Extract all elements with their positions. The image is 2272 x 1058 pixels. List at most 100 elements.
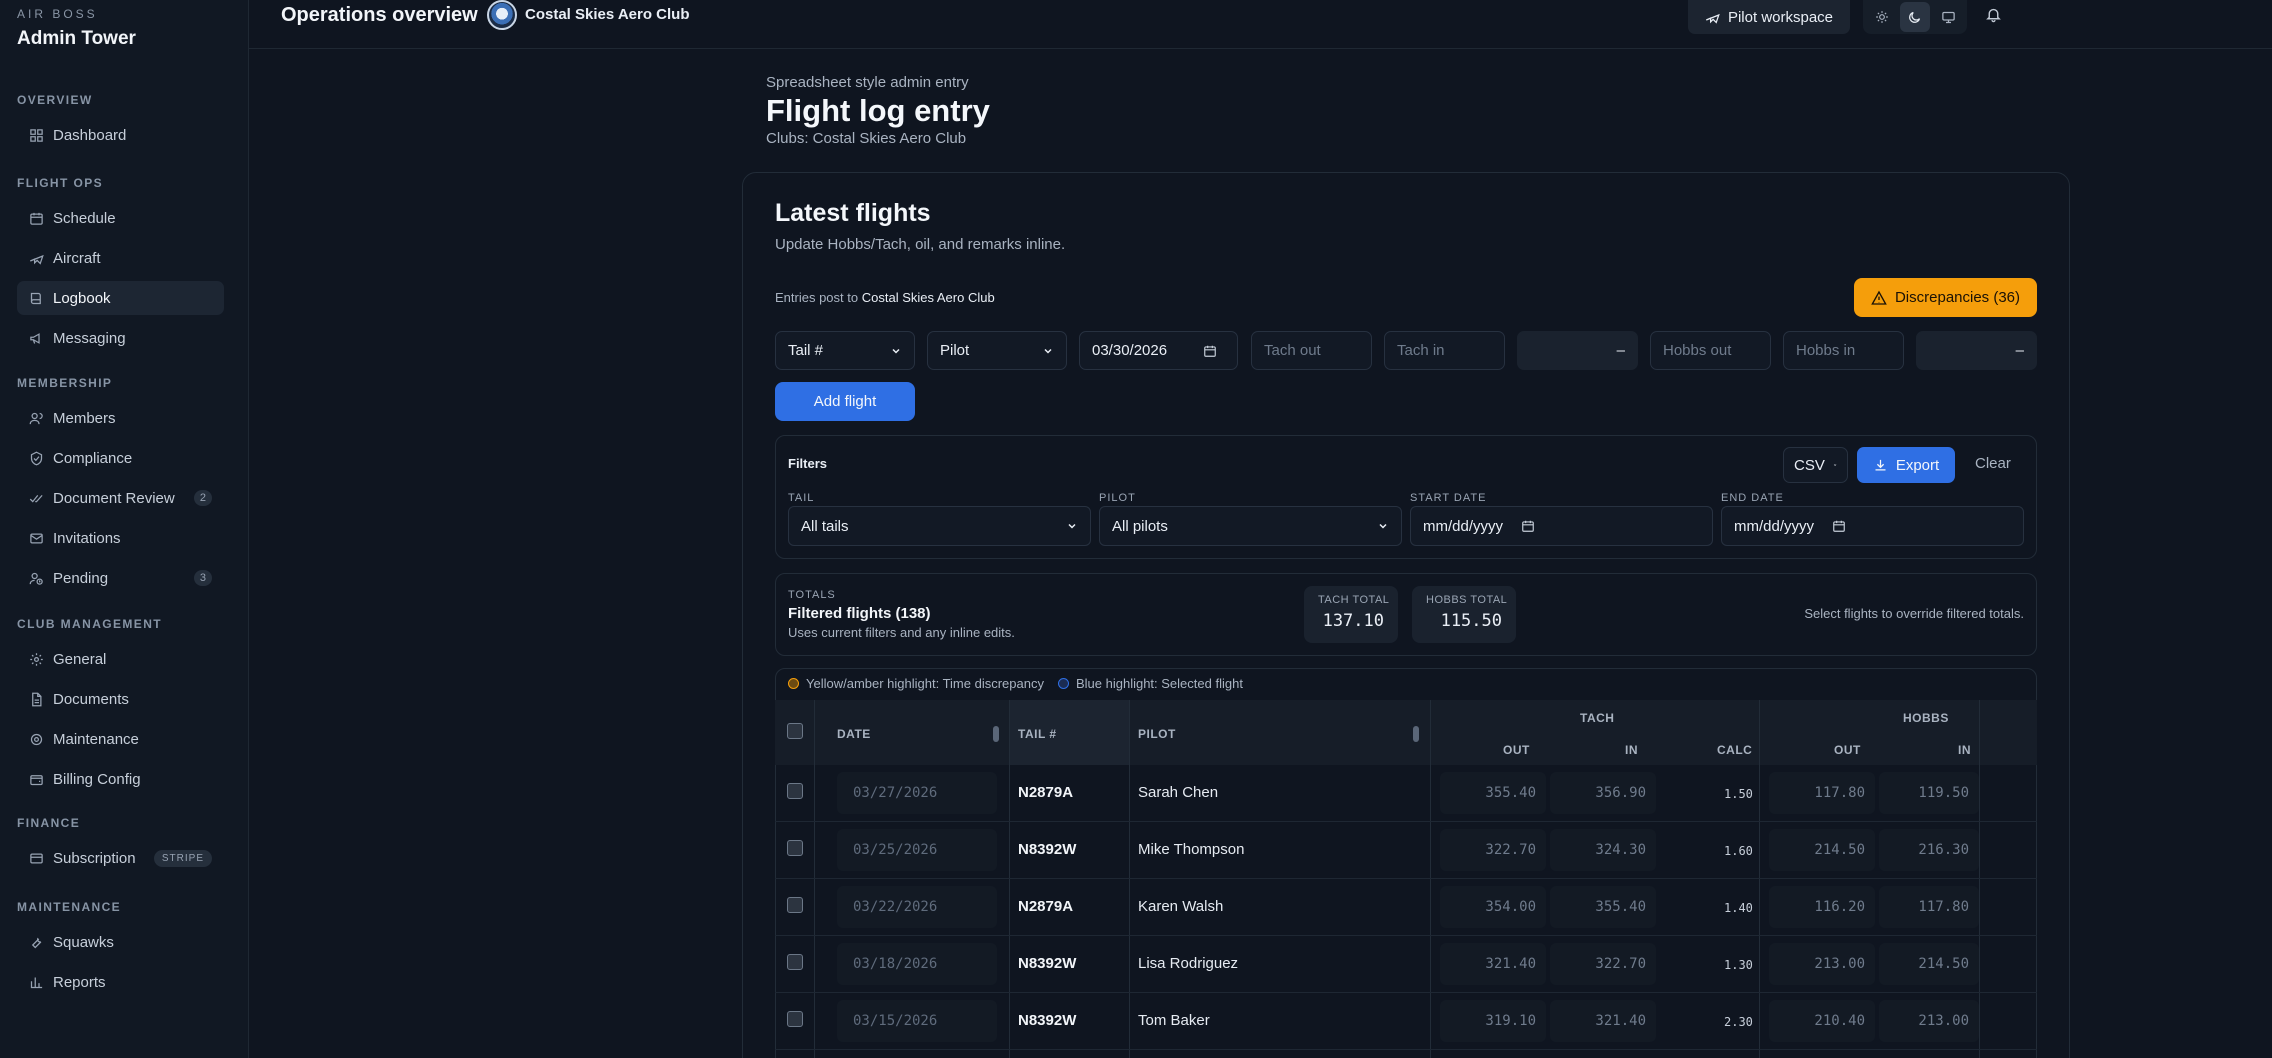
- export-format-select[interactable]: CSV: [1783, 447, 1848, 483]
- tach-total-stat: TACH TOTAL 137.10: [1304, 586, 1398, 643]
- sidebar-item-schedule[interactable]: Schedule: [17, 201, 224, 235]
- tail-filter-label: TAIL: [788, 492, 815, 504]
- club-logo: [487, 0, 517, 30]
- row-checkbox[interactable]: [787, 897, 803, 913]
- discrepancies-button[interactable]: Discrepancies (36): [1854, 278, 2037, 317]
- sidebar-item-messaging[interactable]: Messaging: [17, 321, 224, 355]
- sidebar-item-maintenance[interactable]: Maintenance: [17, 722, 224, 756]
- hobbs-out-input[interactable]: Hobbs out: [1650, 331, 1771, 370]
- pilot-workspace-button[interactable]: Pilot workspace: [1688, 0, 1850, 34]
- tach-out-cell[interactable]: 322.70: [1440, 829, 1546, 871]
- sidebar-item-members[interactable]: Members: [17, 401, 224, 435]
- hobbs-out-cell[interactable]: 116.20: [1769, 886, 1875, 928]
- row-checkbox[interactable]: [787, 954, 803, 970]
- tail-select[interactable]: Tail #: [775, 331, 915, 370]
- totals-title: Filtered flights (138): [788, 605, 931, 622]
- hobbs-in-input[interactable]: Hobbs in: [1783, 331, 1904, 370]
- pilot-select[interactable]: Pilot: [927, 331, 1067, 370]
- sidebar-item-document-review[interactable]: Document Review 2: [17, 481, 224, 515]
- hobbs-out-header: OUT: [1834, 743, 1861, 757]
- tail-header[interactable]: TAIL #: [1018, 727, 1057, 741]
- date-cell[interactable]: 03/25/2026: [837, 829, 997, 871]
- sidebar-item-billing-config[interactable]: Billing Config: [17, 762, 224, 796]
- dark-theme-button[interactable]: [1900, 2, 1930, 32]
- start-date-label: START DATE: [1410, 492, 1487, 504]
- tach-in-cell[interactable]: 356.90: [1550, 772, 1656, 814]
- sidebar-item-dashboard[interactable]: Dashboard: [17, 118, 224, 152]
- row-checkbox[interactable]: [787, 783, 803, 799]
- tach-in-input[interactable]: Tach in: [1384, 331, 1505, 370]
- pilot-cell: Sarah Chen: [1138, 784, 1219, 801]
- start-date-input[interactable]: mm/dd/yyyy: [1410, 506, 1713, 546]
- date-cell[interactable]: 03/18/2026: [837, 943, 997, 985]
- sidebar-item-subscription[interactable]: Subscription STRIPE: [17, 841, 224, 875]
- select-all-checkbox[interactable]: [787, 723, 803, 739]
- light-theme-button[interactable]: [1867, 2, 1896, 32]
- tach-out-cell[interactable]: 354.00: [1440, 886, 1546, 928]
- users-icon: [29, 412, 43, 424]
- sidebar-item-invitations[interactable]: Invitations: [17, 521, 224, 555]
- date-input[interactable]: 03/30/2026: [1079, 331, 1238, 370]
- card-icon: [30, 853, 43, 863]
- hobbs-out-cell[interactable]: 117.80: [1769, 772, 1875, 814]
- hobbs-out-cell[interactable]: 214.50: [1769, 829, 1875, 871]
- export-format-value: CSV: [1794, 456, 1825, 474]
- sidebar-item-documents[interactable]: Documents: [17, 682, 224, 716]
- club-name[interactable]: Costal Skies Aero Club: [525, 6, 690, 23]
- hobbs-out-cell[interactable]: 213.00: [1769, 943, 1875, 985]
- pilot-filter-select[interactable]: All pilots: [1099, 506, 1402, 546]
- tail-cell: N2879A: [1018, 784, 1074, 801]
- shield-check-icon: [30, 451, 43, 465]
- tach-out-input[interactable]: Tach out: [1251, 331, 1372, 370]
- hobbs-in-cell[interactable]: 216.30: [1879, 829, 1979, 871]
- date-column-resizer[interactable]: [993, 726, 999, 742]
- notifications-button[interactable]: [1985, 6, 2002, 23]
- tach-out-cell[interactable]: 355.40: [1440, 772, 1546, 814]
- sidebar-item-pending[interactable]: Pending 3: [17, 561, 224, 595]
- hobbs-out-cell[interactable]: 210.40: [1769, 1000, 1875, 1042]
- date-header[interactable]: DATE: [837, 727, 871, 741]
- tach-calc-cell: 1.50: [1724, 787, 1753, 801]
- brand-name: Admin Tower: [17, 28, 136, 49]
- theme-switcher: [1863, 0, 1967, 34]
- sidebar-item-logbook[interactable]: Logbook: [17, 281, 224, 315]
- row-checkbox[interactable]: [787, 840, 803, 856]
- sidebar-item-aircraft[interactable]: Aircraft: [17, 241, 224, 275]
- hobbs-in-cell[interactable]: 117.80: [1879, 886, 1979, 928]
- page-eyebrow: Spreadsheet style admin entry: [766, 74, 969, 91]
- system-theme-button[interactable]: [1934, 2, 1963, 32]
- tail-cell: N8392W: [1018, 841, 1077, 858]
- nav-section-club-management: CLUB MANAGEMENT: [17, 617, 162, 631]
- nav-section-flight-ops: FLIGHT OPS: [17, 176, 103, 190]
- pilot-column-resizer[interactable]: [1413, 726, 1419, 742]
- tach-in-cell[interactable]: 321.40: [1550, 1000, 1656, 1042]
- hobbs-in-cell[interactable]: 213.00: [1879, 1000, 1979, 1042]
- tach-out-header: OUT: [1503, 743, 1530, 757]
- highlight-legend: Yellow/amber highlight: Time discrepancy…: [788, 676, 1243, 691]
- warning-icon: [1871, 290, 1887, 305]
- hobbs-in-cell[interactable]: 119.50: [1879, 772, 1979, 814]
- clear-button[interactable]: Clear: [1975, 455, 2011, 472]
- hobbs-total-value: 115.50: [1440, 611, 1502, 631]
- tach-in-cell[interactable]: 355.40: [1550, 886, 1656, 928]
- hobbs-in-cell[interactable]: 214.50: [1879, 943, 1979, 985]
- tach-in-cell[interactable]: 324.30: [1550, 829, 1656, 871]
- tach-out-cell[interactable]: 319.10: [1440, 1000, 1546, 1042]
- tach-in-cell[interactable]: 322.70: [1550, 943, 1656, 985]
- sidebar-item-label: Logbook: [53, 289, 111, 307]
- tail-filter-select[interactable]: All tails: [788, 506, 1091, 546]
- tach-out-cell[interactable]: 321.40: [1440, 943, 1546, 985]
- date-cell[interactable]: 03/27/2026: [837, 772, 997, 814]
- end-date-input[interactable]: mm/dd/yyyy: [1721, 506, 2024, 546]
- date-cell[interactable]: 03/15/2026: [837, 1000, 997, 1042]
- sidebar-item-squawks[interactable]: Squawks: [17, 925, 224, 959]
- pilot-header[interactable]: PILOT: [1138, 727, 1176, 741]
- row-checkbox[interactable]: [787, 1011, 803, 1027]
- export-button[interactable]: Export: [1857, 447, 1955, 483]
- sidebar-item-reports[interactable]: Reports: [17, 965, 224, 999]
- add-flight-button[interactable]: Add flight: [775, 382, 915, 421]
- totals-subtitle: Uses current filters and any inline edit…: [788, 625, 1015, 640]
- sidebar-item-compliance[interactable]: Compliance: [17, 441, 224, 475]
- date-cell[interactable]: 03/22/2026: [837, 886, 997, 928]
- sidebar-item-general[interactable]: General: [17, 642, 224, 676]
